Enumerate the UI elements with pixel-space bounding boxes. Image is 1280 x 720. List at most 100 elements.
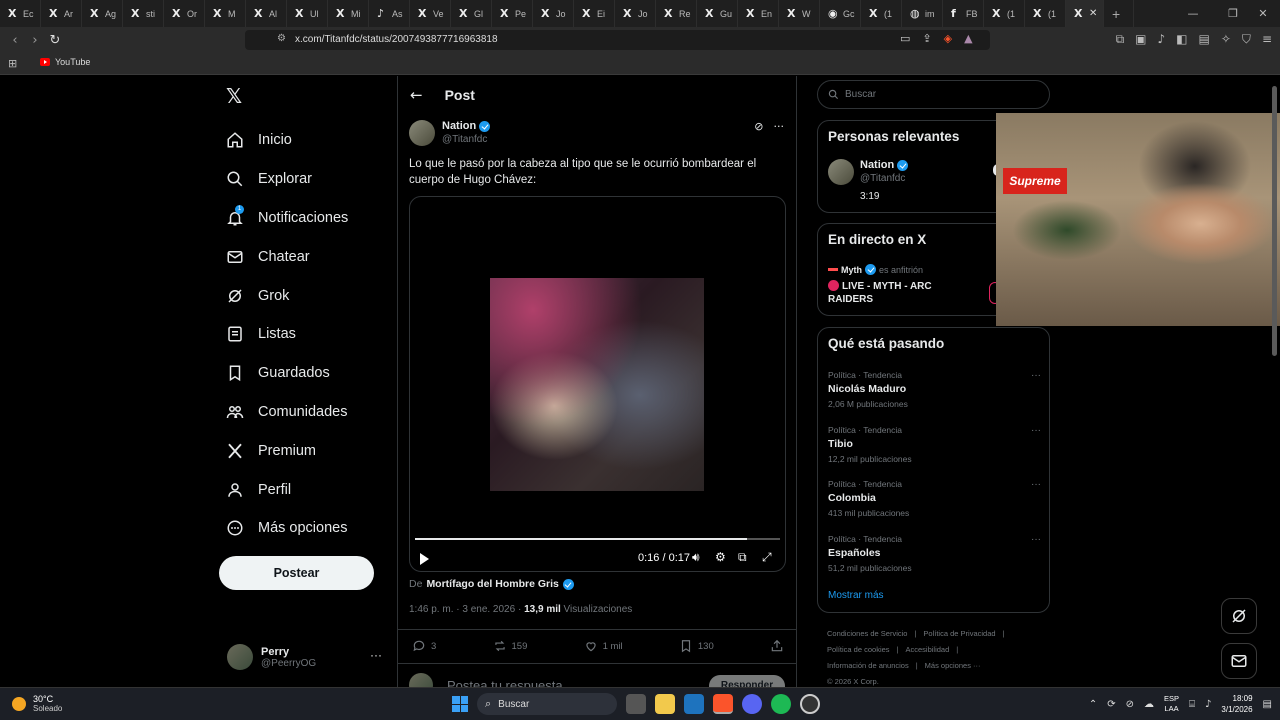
more-icon[interactable]: ··· bbox=[774, 120, 785, 133]
share-button[interactable] bbox=[770, 639, 784, 653]
bookmark-youtube[interactable]: YouTube bbox=[40, 57, 90, 67]
browser-tab[interactable]: X Ar bbox=[41, 0, 82, 27]
footer-link[interactable]: Información de anuncios bbox=[827, 661, 909, 670]
video-player[interactable]: 0:16 / 0:17 🔊︎ ⚙ ⧉ ⤢ bbox=[409, 196, 786, 572]
nav-item-chatear[interactable]: Chatear bbox=[226, 237, 348, 276]
nav-item-listas[interactable]: Listas bbox=[226, 315, 348, 354]
network-icon[interactable]: ⌸ bbox=[1189, 699, 1195, 710]
browser-tab[interactable]: XW bbox=[779, 0, 820, 27]
notifications-icon[interactable]: ▤ bbox=[1263, 699, 1272, 710]
spotify-icon[interactable] bbox=[771, 694, 791, 714]
volume-icon[interactable]: ♪ bbox=[1205, 699, 1211, 710]
cloud-icon[interactable]: ☁ bbox=[1144, 699, 1154, 710]
close-tab-icon[interactable]: ✕ bbox=[1089, 8, 1097, 19]
browser-tab[interactable]: X Or bbox=[164, 0, 205, 27]
post-author[interactable]: Nation @Titanfdc bbox=[409, 120, 491, 146]
nav-item-comunidades[interactable]: Comunidades bbox=[226, 393, 348, 432]
source-name[interactable]: Mortífago del Hombre Gris bbox=[426, 578, 558, 590]
trend-item[interactable]: Política · Tendencia Españoles 51,2 mil pu… bbox=[828, 534, 1041, 573]
footer-link[interactable]: Más opciones ··· bbox=[925, 661, 981, 670]
grok-icon[interactable]: ⊘ bbox=[754, 120, 763, 133]
nav-item-grok[interactable]: Grok bbox=[226, 276, 348, 315]
weather-widget[interactable]: 30°C Soleado bbox=[12, 694, 62, 713]
task-view-icon[interactable] bbox=[626, 694, 646, 714]
footer-link[interactable]: Condiciones de Servicio bbox=[827, 629, 907, 638]
browser-tab[interactable]: X Pe bbox=[492, 0, 533, 27]
brave-rewards-icon[interactable]: ▲ bbox=[964, 32, 972, 45]
nav-item-guardados[interactable]: Guardados bbox=[226, 354, 348, 393]
steam-icon[interactable] bbox=[800, 694, 820, 714]
nav-item-inicio[interactable]: Inicio bbox=[226, 121, 348, 160]
avatar[interactable] bbox=[409, 120, 435, 146]
browser-tab[interactable]: X Gl bbox=[451, 0, 492, 27]
browser-tab[interactable]: f FB bbox=[943, 0, 984, 27]
reply-input[interactable]: Postea tu respuesta bbox=[447, 678, 563, 688]
browser-tab[interactable]: X Jo bbox=[615, 0, 656, 27]
nav-item-premium[interactable]: Premium bbox=[226, 431, 348, 470]
author-handle[interactable]: @Titanfdc bbox=[442, 134, 490, 145]
maximize-button[interactable]: ❐ bbox=[1216, 0, 1250, 27]
repost-button[interactable]: 159 bbox=[493, 639, 527, 653]
back-button[interactable]: ‹ bbox=[6, 31, 24, 49]
live-host[interactable]: Myth es anfitrión bbox=[828, 264, 923, 275]
extensions-icon[interactable]: ⧉ bbox=[1116, 32, 1125, 47]
language-indicator[interactable]: ESP LAA bbox=[1164, 694, 1179, 714]
wallet2-icon[interactable]: ▤ bbox=[1199, 32, 1210, 47]
cast-icon[interactable]: ▭ bbox=[900, 32, 910, 45]
footer-link[interactable]: Política de Privacidad bbox=[923, 629, 995, 638]
browser-tab[interactable]: X Ag bbox=[82, 0, 123, 27]
vpn-icon[interactable]: ⛉ bbox=[1242, 32, 1251, 47]
video-frame[interactable] bbox=[490, 278, 704, 491]
reply-button[interactable]: 3 bbox=[412, 639, 436, 653]
browser-tab[interactable]: X Jo bbox=[533, 0, 574, 27]
post-button[interactable]: Postear bbox=[219, 556, 374, 590]
settings-icon[interactable]: ⚙ bbox=[715, 550, 726, 564]
live-stream-title[interactable]: LIVE - MYTH - ARC RAIDERS bbox=[828, 280, 968, 306]
browser-tab[interactable]: X Re bbox=[656, 0, 697, 27]
reload-icon[interactable]: ↻ bbox=[46, 31, 64, 49]
more-icon[interactable]: ··· bbox=[1031, 534, 1041, 545]
apps-grid-icon[interactable]: ⊞ bbox=[8, 57, 17, 70]
mute-icon[interactable]: ⊘ bbox=[1126, 699, 1134, 710]
footer-link[interactable]: Política de cookies bbox=[827, 645, 890, 654]
search-input[interactable]: Buscar bbox=[817, 80, 1050, 109]
more-icon[interactable]: ··· bbox=[1031, 370, 1041, 381]
browser-tab[interactable]: Xsti bbox=[123, 0, 164, 27]
show-more-link[interactable]: Mostrar más bbox=[828, 590, 884, 601]
file-explorer-icon[interactable] bbox=[655, 694, 675, 714]
browser-tab[interactable]: X Ve bbox=[410, 0, 451, 27]
tray-overflow-icon[interactable]: ⌃ bbox=[1089, 699, 1097, 710]
sidebar-icon[interactable]: ◧ bbox=[1176, 32, 1187, 47]
host-name[interactable]: Myth bbox=[841, 265, 862, 275]
relevant-user[interactable]: Nation @Titanfdc bbox=[828, 159, 909, 185]
browser-tab[interactable]: XM bbox=[205, 0, 246, 27]
url-field[interactable]: ⚙ x.com/Titanfdc/status/2007493877716963… bbox=[245, 30, 990, 50]
discord-icon[interactable] bbox=[742, 694, 762, 714]
play-icon[interactable] bbox=[420, 553, 429, 565]
taskbar-search[interactable]: ⌕ Buscar bbox=[477, 693, 617, 715]
outlook-icon[interactable] bbox=[684, 694, 704, 714]
back-arrow-icon[interactable]: ← bbox=[410, 86, 423, 104]
video-progress-bar[interactable] bbox=[415, 538, 780, 540]
browser-tab[interactable]: X Mi bbox=[328, 0, 369, 27]
post-timestamp[interactable]: 1:46 p. m. · 3 ene. 2026 · bbox=[409, 604, 524, 615]
browser-tab[interactable]: ◍ im bbox=[902, 0, 943, 27]
like-button[interactable]: 1 mil bbox=[584, 639, 623, 653]
account-switcher[interactable]: Perry @PeerryOG ··· bbox=[227, 644, 387, 670]
trend-item[interactable]: Política · Tendencia Colombia 413 mil publ… bbox=[828, 479, 1041, 518]
picture-in-picture-icon[interactable]: ⧉ bbox=[738, 550, 747, 565]
share-icon[interactable]: ⇪ bbox=[922, 32, 931, 45]
browser-tab[interactable]: X En bbox=[738, 0, 779, 27]
page-scrollbar[interactable] bbox=[1272, 86, 1277, 356]
browser-tab[interactable]: X Ei bbox=[574, 0, 615, 27]
footer-link[interactable]: Accesibilidad bbox=[906, 645, 950, 654]
author-name[interactable]: Nation bbox=[442, 120, 476, 132]
volume-icon[interactable]: 🔊︎ bbox=[692, 550, 700, 565]
new-tab-button[interactable]: + bbox=[1104, 0, 1134, 27]
menu-icon[interactable]: ≡ bbox=[1262, 32, 1272, 47]
bookmark-button[interactable]: 130 bbox=[679, 639, 714, 653]
trend-item[interactable]: Política · Tendencia Tibio 12,2 mil public… bbox=[828, 425, 1041, 464]
clock[interactable]: 18:09 3/1/2026 bbox=[1221, 693, 1252, 715]
more-icon[interactable]: ··· bbox=[1031, 425, 1041, 436]
nav-item-mas-opciones[interactable]: Más opciones bbox=[226, 509, 348, 548]
